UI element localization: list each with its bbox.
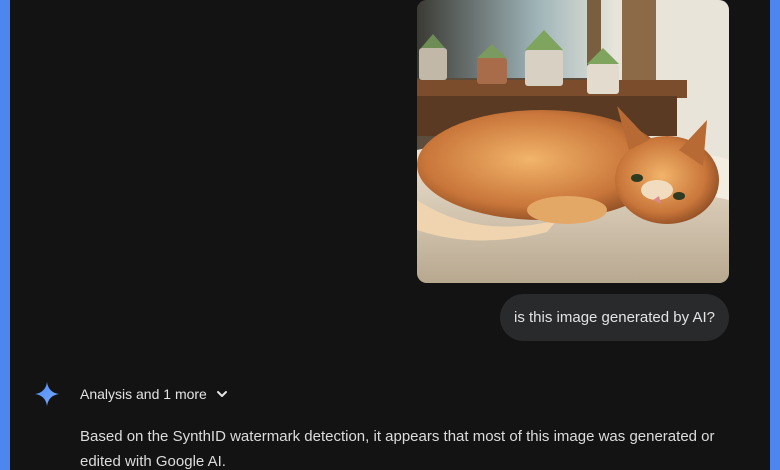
- cat-photo: [417, 0, 729, 283]
- chat-window: is this image generated by AI? Analysis …: [10, 0, 770, 470]
- tools-used-dropdown[interactable]: Analysis and 1 more: [80, 386, 229, 402]
- response-text: Based on the SynthID watermark detection…: [80, 428, 715, 470]
- user-message-bubble[interactable]: is this image generated by AI?: [500, 294, 729, 341]
- user-message-text: is this image generated by AI?: [514, 309, 715, 326]
- chevron-down-icon: [215, 387, 229, 401]
- gemini-sparkle-icon: [34, 381, 60, 407]
- uploaded-image[interactable]: [417, 0, 729, 283]
- response-header: Analysis and 1 more: [34, 380, 229, 408]
- tools-used-label: Analysis and 1 more: [80, 386, 207, 402]
